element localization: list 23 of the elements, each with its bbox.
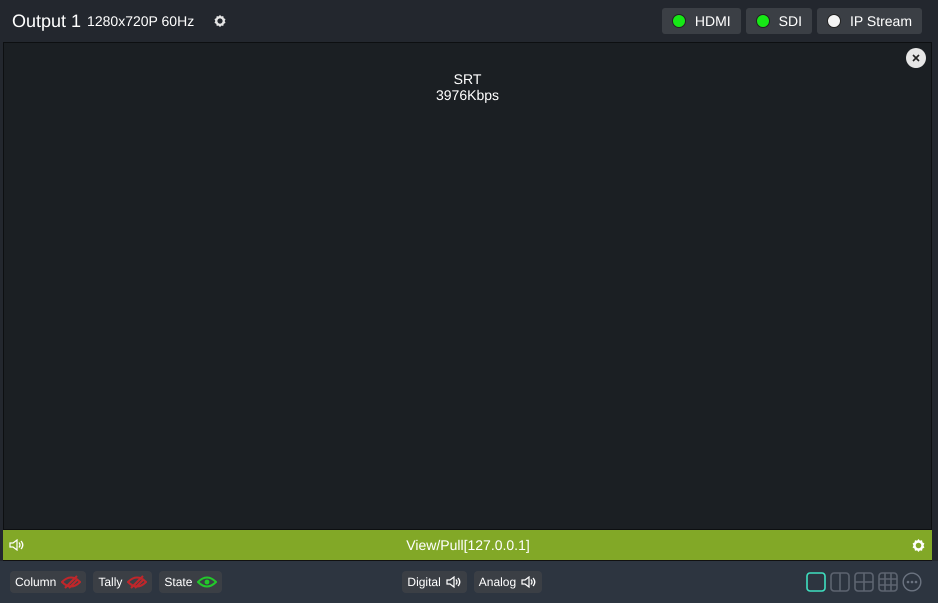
- single-layout-icon[interactable]: [806, 572, 826, 592]
- close-icon: [912, 54, 920, 62]
- audio-toggle[interactable]: Analog: [474, 571, 542, 593]
- close-button[interactable]: [906, 48, 926, 68]
- audio-toggle[interactable]: Digital: [402, 571, 467, 593]
- settings-icon[interactable]: [213, 14, 228, 28]
- stream-protocol: SRT: [454, 71, 482, 87]
- stream-bitrate: 3976Kbps: [436, 87, 500, 103]
- output-toggle[interactable]: SDI: [746, 8, 812, 34]
- output-toggle[interactable]: IP Stream: [817, 8, 922, 34]
- overlay-toggle[interactable]: Column: [10, 571, 86, 593]
- speaker-icon[interactable]: [9, 539, 25, 551]
- output-title: Output 1: [12, 10, 82, 32]
- speaker-icon: [446, 576, 462, 588]
- overlay-toggle[interactable]: Tally: [93, 571, 152, 593]
- output-toggle[interactable]: HDMI: [662, 8, 741, 34]
- source-label: View/Pull[127.0.0.1]: [405, 537, 531, 553]
- grid-layout-icon[interactable]: [878, 572, 898, 592]
- overlay-toggle[interactable]: State: [159, 571, 222, 593]
- quad-layout-icon[interactable]: [854, 572, 874, 592]
- video-format: 1280x720P 60Hz: [87, 13, 194, 29]
- speaker-icon: [521, 576, 538, 588]
- more-icon[interactable]: [902, 572, 922, 592]
